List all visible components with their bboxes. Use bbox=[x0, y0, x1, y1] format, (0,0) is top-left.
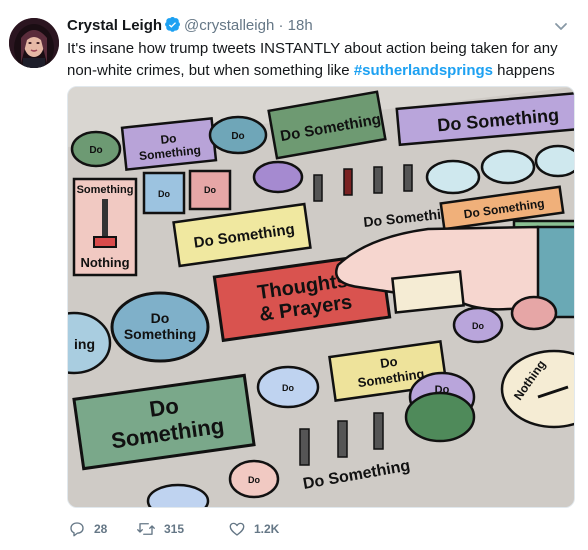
like-count: 1.2K bbox=[254, 522, 280, 536]
retweet-count: 315 bbox=[164, 522, 185, 536]
tweet-header: Crystal Leigh @crystalleigh · 18h bbox=[67, 16, 313, 39]
hashtag-link[interactable]: #sutherlandsprings bbox=[354, 62, 493, 79]
label: Something bbox=[124, 326, 196, 342]
label: Nothing bbox=[80, 255, 129, 270]
button-blue-circle-lower: Do bbox=[256, 365, 320, 409]
button-purple-circle-small bbox=[252, 160, 304, 194]
button-blue-circle-bottom bbox=[146, 483, 210, 507]
label: Do bbox=[204, 185, 216, 195]
time-separator: · bbox=[278, 17, 284, 34]
label: Do bbox=[282, 383, 294, 393]
button-teal-circle: Do bbox=[208, 115, 268, 155]
tweet-text-end: happens bbox=[493, 62, 555, 79]
tweet-media-image[interactable]: Do Do Something Do Do Something Do Somet… bbox=[67, 86, 575, 508]
button-green-circle-lower-right bbox=[404, 391, 476, 443]
avatar[interactable] bbox=[9, 18, 59, 68]
verified-badge-icon bbox=[165, 16, 181, 39]
author-handle[interactable]: @crystalleigh bbox=[184, 17, 274, 34]
chevron-down-icon[interactable] bbox=[553, 18, 569, 34]
tweet-text: It's insane how trump tweets INSTANTLY a… bbox=[67, 38, 577, 82]
avatar-image bbox=[9, 18, 59, 68]
like-button[interactable]: 1.2K bbox=[228, 520, 279, 538]
tweet-timestamp[interactable]: 18h bbox=[288, 17, 313, 34]
label: Do bbox=[148, 393, 181, 422]
button-green-circle-top-left: Do bbox=[70, 130, 122, 168]
reply-button[interactable]: 28 bbox=[68, 520, 107, 538]
retweet-icon bbox=[136, 520, 156, 538]
label: Do bbox=[231, 131, 244, 142]
label: Do bbox=[158, 189, 170, 199]
button-teal-large-circle: Do Something bbox=[110, 291, 210, 363]
label: Do bbox=[89, 145, 102, 156]
label: Something bbox=[77, 184, 134, 196]
author-name[interactable]: Crystal Leigh bbox=[67, 17, 162, 34]
tweet-card: Crystal Leigh @crystalleigh · 18h It's in… bbox=[0, 0, 588, 550]
label: Do bbox=[379, 354, 398, 371]
button-purple-rect: Do Something bbox=[120, 117, 218, 171]
slider-something-nothing: Something Nothing bbox=[72, 177, 138, 277]
label: ing bbox=[74, 336, 95, 352]
button-panel-illustration: Do Do Something Do Do Something Do Somet… bbox=[68, 87, 574, 507]
label: Do bbox=[151, 310, 170, 326]
label: Do bbox=[472, 321, 484, 331]
reply-icon bbox=[68, 520, 86, 538]
retweet-button[interactable]: 315 bbox=[136, 520, 184, 538]
reply-count: 28 bbox=[94, 522, 108, 536]
button-blue-small: Do bbox=[142, 171, 186, 215]
button-cream-small bbox=[391, 270, 465, 314]
button-pink-small: Do bbox=[188, 169, 232, 211]
label: Do bbox=[248, 475, 260, 485]
button-pink-circle-bottom: Do bbox=[228, 459, 280, 499]
heart-icon bbox=[228, 520, 246, 538]
